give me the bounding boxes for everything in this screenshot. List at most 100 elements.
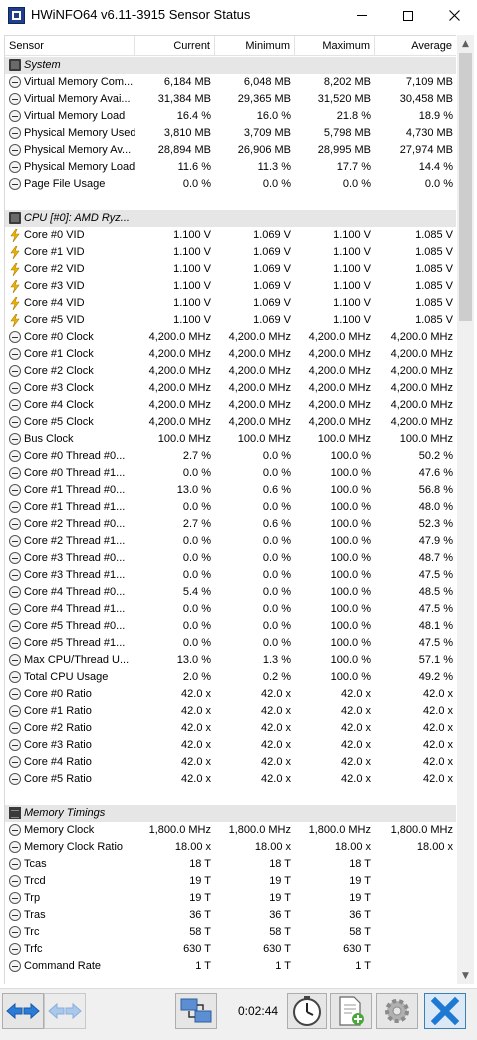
value-maximum: 630 T	[343, 943, 371, 955]
sensor-row[interactable]: Physical Memory Av... 28,894 MB 26,906 MB 2…	[5, 142, 456, 159]
sensor-row[interactable]: Core #0 Clock 4,200.0 MHz 4,200.0 MHz 4,200…	[5, 329, 456, 346]
scroll-down-arrow[interactable]: ▼	[457, 967, 474, 984]
column-header-minimum[interactable]: Minimum	[215, 36, 295, 56]
vertical-scrollbar[interactable]: ▲ ▼	[457, 35, 474, 984]
sensor-row[interactable]: Total CPU Usage 2.0 % 0.2 % 100.0 % 49.2 %	[5, 669, 456, 686]
sensor-row[interactable]: Core #4 Thread #0... 5.4 % 0.0 % 100.0 % 48.…	[5, 584, 456, 601]
sensor-row[interactable]: Core #0 Thread #0... 2.7 % 0.0 % 100.0 % 50.…	[5, 448, 456, 465]
column-header-current[interactable]: Current	[135, 36, 215, 56]
sensor-row[interactable]: Core #2 Clock 4,200.0 MHz 4,200.0 MHz 4,200…	[5, 363, 456, 380]
value-maximum: 100.0 %	[330, 654, 371, 666]
sensor-row[interactable]: Physical Memory Used 3,810 MB 3,709 MB 5,79…	[5, 125, 456, 142]
sensor-row[interactable]: Physical Memory Load 11.6 % 11.3 % 17.7 % 14…	[5, 159, 456, 176]
sensor-row[interactable]: Core #5 Ratio 42.0 x 42.0 x 42.0 x 42.0 x	[5, 771, 456, 788]
sensor-row[interactable]: Core #0 Ratio 42.0 x 42.0 x 42.0 x 42.0 x	[5, 686, 456, 703]
column-header-sensor[interactable]: Sensor	[5, 36, 135, 56]
reset-timer-button[interactable]	[287, 993, 327, 1029]
sensor-name: Page File Usage	[24, 178, 106, 190]
sensor-row[interactable]: Core #5 Clock 4,200.0 MHz 4,200.0 MHz 4,200…	[5, 414, 456, 431]
value-current: 13.0 %	[176, 654, 211, 666]
sensor-row[interactable]: Tras 36 T 36 T 36 T	[5, 907, 456, 924]
sensor-row[interactable]: Core #5 Thread #1... 0.0 % 0.0 % 100.0 % 47.…	[5, 635, 456, 652]
value-current: 58 T	[189, 926, 211, 938]
value-average: 47.5 %	[418, 637, 453, 649]
sensor-row[interactable]: Core #0 Thread #1... 0.0 % 0.0 % 100.0 % 47.…	[5, 465, 456, 482]
value-minimum: 0.0 %	[262, 450, 291, 462]
value-minimum: 4,200.0 MHz	[228, 382, 291, 394]
sensor-row[interactable]: Core #4 VID 1.100 V 1.069 V 1.100 V 1.085 V	[5, 295, 456, 312]
sensor-row[interactable]: Max CPU/Thread U... 13.0 % 1.3 % 100.0 % 57.…	[5, 652, 456, 669]
switch-layout-disabled-button[interactable]	[44, 993, 86, 1029]
sensor-row[interactable]: Core #2 VID 1.100 V 1.069 V 1.100 V 1.085 V	[5, 261, 456, 278]
value-maximum: 42.0 x	[341, 688, 371, 700]
sensor-row[interactable]: Virtual Memory Com... 6,184 MB 6,048 MB 8,2…	[5, 74, 456, 91]
value-average: 1.085 V	[415, 297, 453, 309]
sensor-row[interactable]: Bus Clock 100.0 MHz 100.0 MHz 100.0 MHz 100.…	[5, 431, 456, 448]
value-minimum: 1,800.0 MHz	[228, 824, 291, 836]
sensor-row[interactable]: Core #4 Clock 4,200.0 MHz 4,200.0 MHz 4,200…	[5, 397, 456, 414]
sensor-group-row[interactable]: Memory Timings	[5, 805, 456, 822]
sensor-row[interactable]: Core #2 Thread #1... 0.0 % 0.0 % 100.0 % 47.…	[5, 533, 456, 550]
value-current: 18.00 x	[174, 841, 211, 853]
sensor-row[interactable]: Tcas 18 T 18 T 18 T	[5, 856, 456, 873]
sensor-row[interactable]: Core #1 Thread #1... 0.0 % 0.0 % 100.0 % 48.…	[5, 499, 456, 516]
sensor-row[interactable]: Core #2 Thread #0... 2.7 % 0.6 % 100.0 % 52.…	[5, 516, 456, 533]
sensor-row[interactable]: Trp 19 T 19 T 19 T	[5, 890, 456, 907]
sensor-name: Virtual Memory Com...	[24, 76, 134, 88]
sensor-name: Physical Memory Load	[24, 161, 135, 173]
sensor-row[interactable]: Core #4 Thread #1... 0.0 % 0.0 % 100.0 % 47.…	[5, 601, 456, 618]
sensor-row[interactable]: Core #1 VID 1.100 V 1.069 V 1.100 V 1.085 V	[5, 244, 456, 261]
value-minimum: 0.6 %	[262, 484, 291, 496]
sensor-name: Physical Memory Av...	[24, 144, 132, 156]
close-sensors-button[interactable]	[424, 993, 466, 1029]
sensor-row[interactable]: Virtual Memory Load 16.4 % 16.0 % 21.8 % 18.…	[5, 108, 456, 125]
value-maximum: 100.0 %	[330, 603, 371, 615]
sensor-row[interactable]: Core #3 Thread #0... 0.0 % 0.0 % 100.0 % 48.…	[5, 550, 456, 567]
sensor-name: Core #5 VID	[24, 314, 85, 326]
sensor-row[interactable]: Core #1 Thread #0... 13.0 % 0.6 % 100.0 % 56…	[5, 482, 456, 499]
sensor-row[interactable]: Core #4 Ratio 42.0 x 42.0 x 42.0 x 42.0 x	[5, 754, 456, 771]
sensor-row[interactable]: Trc 58 T 58 T 58 T	[5, 924, 456, 941]
sensor-row[interactable]: Core #3 Ratio 42.0 x 42.0 x 42.0 x 42.0 x	[5, 737, 456, 754]
value-current: 0.0 %	[182, 535, 211, 547]
scroll-up-arrow[interactable]: ▲	[457, 35, 474, 52]
minimize-button[interactable]	[339, 0, 385, 31]
column-header-maximum[interactable]: Maximum	[295, 36, 375, 56]
value-current: 0.0 %	[182, 620, 211, 632]
scroll-thumb[interactable]	[459, 53, 472, 321]
sensor-row[interactable]: Core #5 VID 1.100 V 1.069 V 1.100 V 1.085 V	[5, 312, 456, 329]
sensor-group-row[interactable]: System	[5, 57, 456, 74]
value-minimum: 42.0 x	[261, 739, 291, 751]
sensor-row[interactable]: Trfc 630 T 630 T 630 T	[5, 941, 456, 958]
report-button[interactable]	[330, 993, 372, 1029]
sensor-row[interactable]: Core #1 Ratio 42.0 x 42.0 x 42.0 x 42.0 x	[5, 703, 456, 720]
sensor-name: Trfc	[24, 943, 43, 955]
value-average: 1,800.0 MHz	[390, 824, 453, 836]
sensor-row[interactable]: Trcd 19 T 19 T 19 T	[5, 873, 456, 890]
arrows-left-right-icon	[6, 1002, 40, 1020]
sensor-row[interactable]: Core #3 Thread #1... 0.0 % 0.0 % 100.0 % 47.…	[5, 567, 456, 584]
sensor-row[interactable]: Page File Usage 0.0 % 0.0 % 0.0 % 0.0 %	[5, 176, 456, 193]
sensor-row[interactable]: Core #0 VID 1.100 V 1.069 V 1.100 V 1.085 V	[5, 227, 456, 244]
sensor-row[interactable]: Memory Clock 1,800.0 MHz 1,800.0 MHz 1,800.…	[5, 822, 456, 839]
value-maximum: 100.0 %	[330, 620, 371, 632]
sensor-group-row[interactable]: CPU [#0]: AMD Ryz...	[5, 210, 456, 227]
sensor-row[interactable]: Memory Clock Ratio 18.00 x 18.00 x 18.00 x 1…	[5, 839, 456, 856]
sensor-row[interactable]: Command Rate 1 T 1 T 1 T	[5, 958, 456, 975]
network-button[interactable]	[175, 993, 217, 1029]
switch-layout-button[interactable]	[2, 993, 44, 1029]
sensor-row[interactable]: Core #5 Thread #0... 0.0 % 0.0 % 100.0 % 48.…	[5, 618, 456, 635]
sensor-row[interactable]: Virtual Memory Avai... 31,384 MB 29,365 MB…	[5, 91, 456, 108]
close-window-button[interactable]	[431, 0, 477, 31]
maximize-button[interactable]	[385, 0, 431, 31]
sensor-row[interactable]: Core #2 Ratio 42.0 x 42.0 x 42.0 x 42.0 x	[5, 720, 456, 737]
sensor-row[interactable]: Core #3 Clock 4,200.0 MHz 4,200.0 MHz 4,200…	[5, 380, 456, 397]
value-average: 14.4 %	[418, 161, 453, 173]
sensor-row[interactable]: Core #3 VID 1.100 V 1.069 V 1.100 V 1.085 V	[5, 278, 456, 295]
value-average	[375, 941, 456, 958]
value-current: 2.7 %	[182, 450, 211, 462]
sensor-name: Core #4 Clock	[24, 399, 94, 411]
settings-button[interactable]	[376, 993, 418, 1029]
sensor-row[interactable]: Core #1 Clock 4,200.0 MHz 4,200.0 MHz 4,200…	[5, 346, 456, 363]
column-header-average[interactable]: Average	[375, 36, 456, 56]
